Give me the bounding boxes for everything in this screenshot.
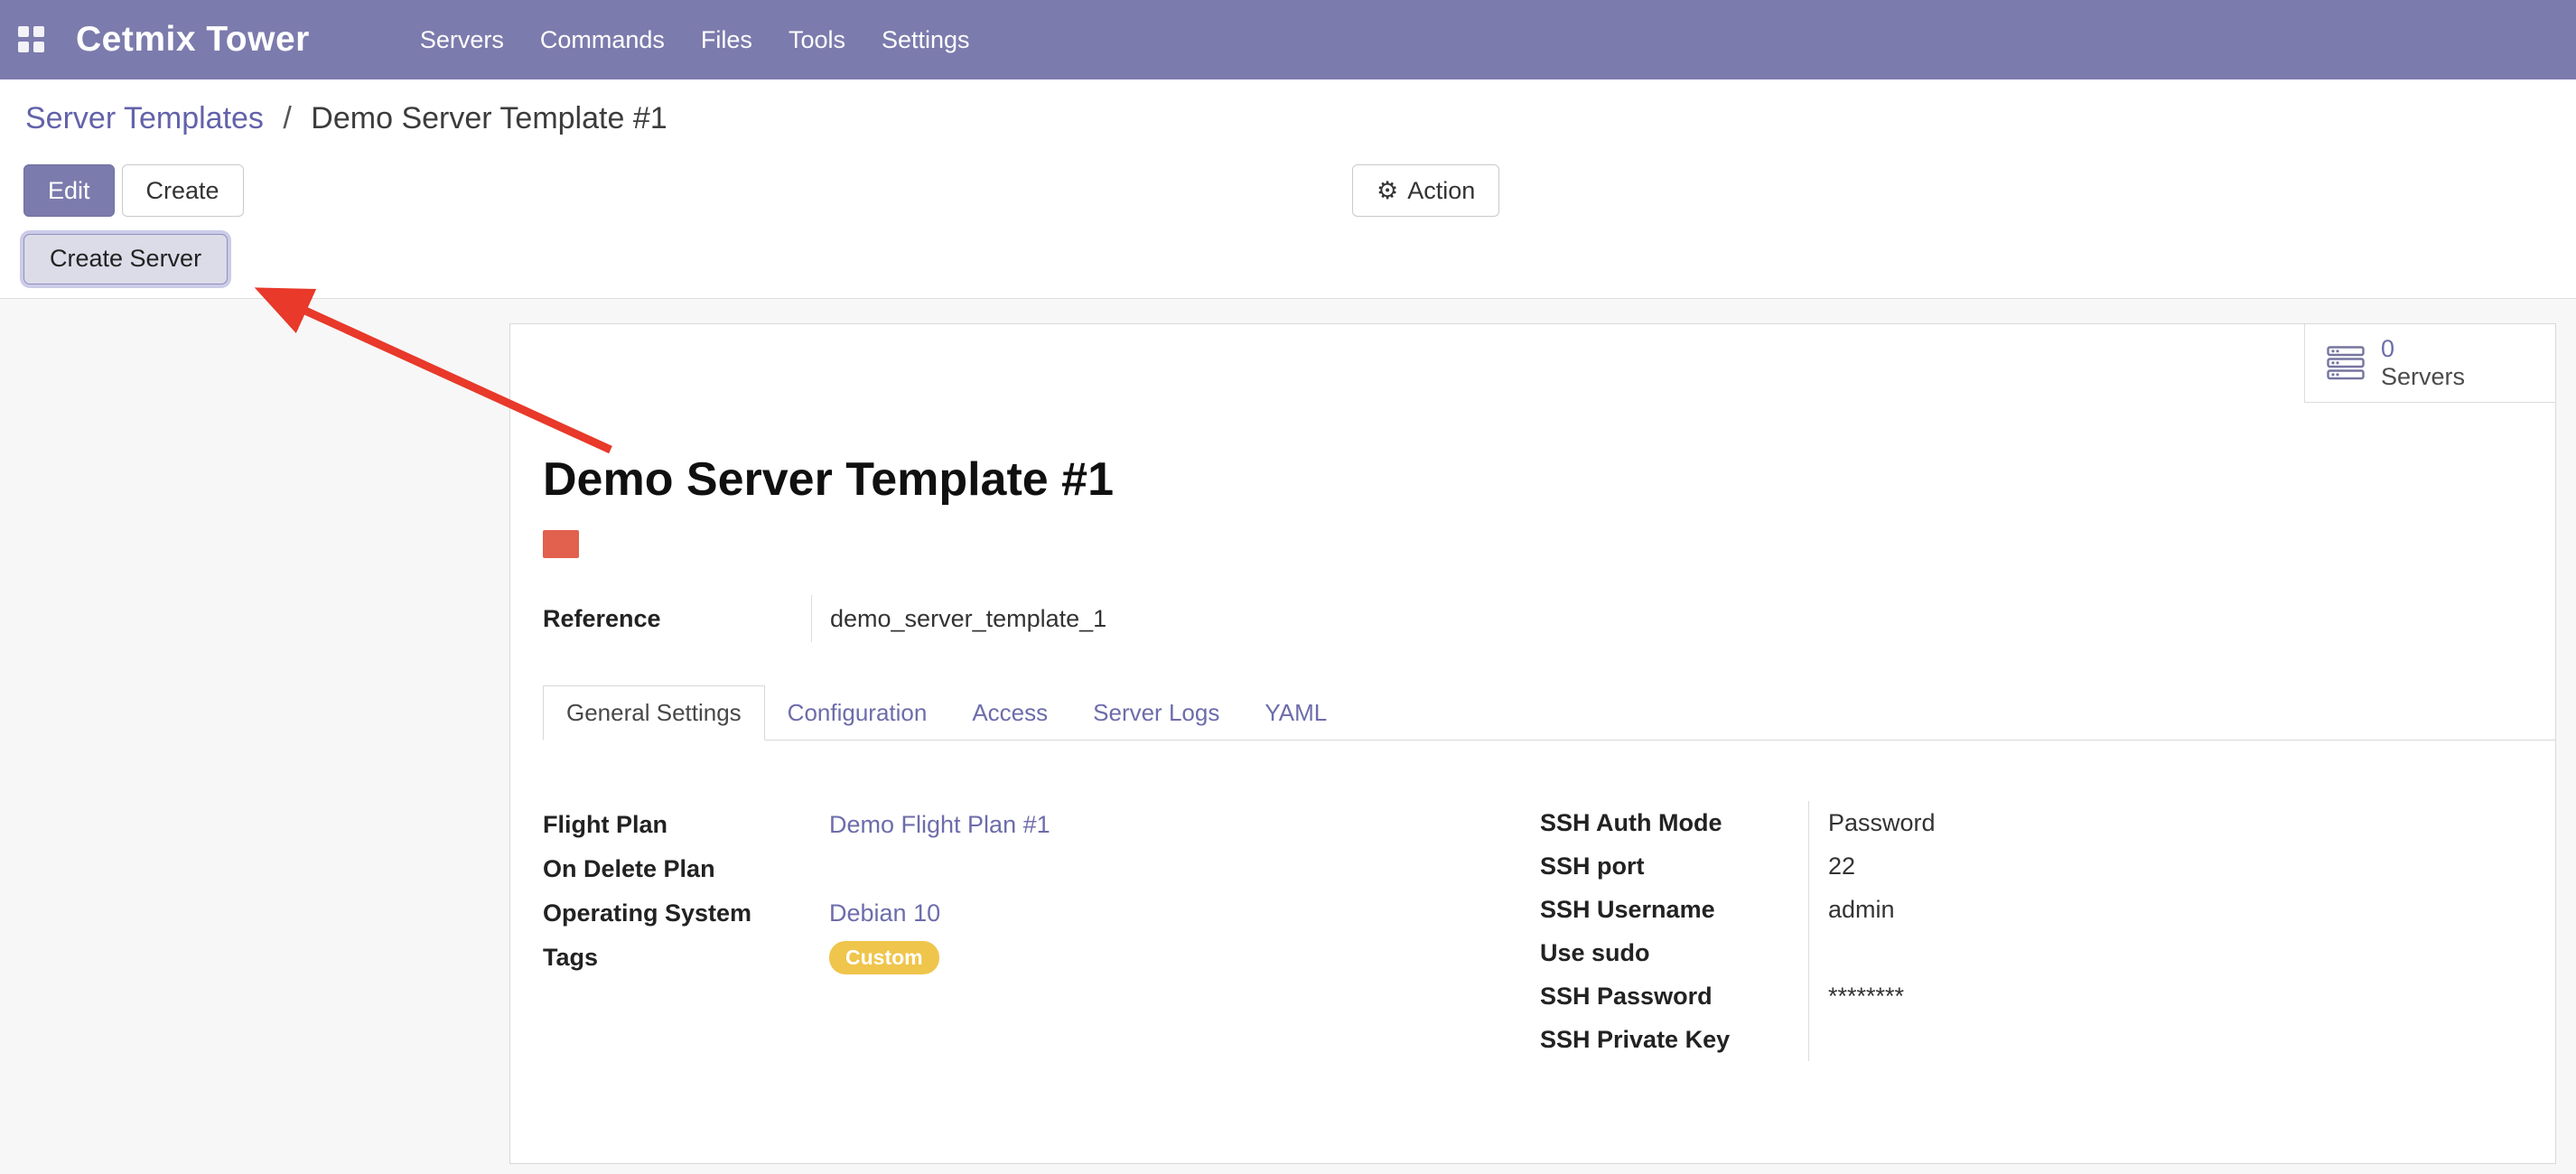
field-value-ssh-password: ******** <box>1828 974 2133 1018</box>
color-swatch-fill <box>543 530 579 558</box>
field-label-ssh-port: SSH port <box>1540 844 1808 888</box>
tab-configuration[interactable]: Configuration <box>765 685 950 740</box>
tag-custom: Custom <box>829 941 939 975</box>
field-label-ssh-private-key: SSH Private Key <box>1540 1018 1808 1061</box>
action-button[interactable]: ⚙ Action <box>1352 164 1499 217</box>
field-value-ssh-port: 22 <box>1828 844 2133 888</box>
field-label-on-delete-plan: On Delete Plan <box>543 855 829 883</box>
tab-general-settings[interactable]: General Settings <box>543 685 765 741</box>
create-button[interactable]: Create <box>122 164 244 217</box>
tab-access[interactable]: Access <box>949 685 1070 740</box>
page-title: Demo Server Template #1 <box>543 452 1114 507</box>
gear-icon: ⚙ <box>1377 179 1398 203</box>
edit-button[interactable]: Edit <box>23 164 115 217</box>
field-value-use-sudo <box>1828 931 2133 974</box>
fields-left: Flight Plan Demo Flight Plan #1 On Delet… <box>543 803 1050 980</box>
field-value-flight-plan-link[interactable]: Demo Flight Plan #1 <box>829 811 1050 839</box>
stat-label: Servers <box>2381 363 2465 391</box>
field-label-ssh-password: SSH Password <box>1540 974 1808 1018</box>
field-value-operating-system-link[interactable]: Debian 10 <box>829 899 940 927</box>
reference-label: Reference <box>543 605 811 633</box>
reference-value: demo_server_template_1 <box>830 605 1106 633</box>
reference-row: Reference demo_server_template_1 <box>543 595 1106 642</box>
statusbar: Create Server <box>0 219 2576 299</box>
field-label-operating-system: Operating System <box>543 899 829 927</box>
top-menu: Servers Commands Files Tools Settings <box>402 0 988 79</box>
server-stack-icon <box>2327 346 2365 380</box>
apps-grid-dot <box>18 42 29 52</box>
control-buttons: Edit Create <box>23 164 244 217</box>
servers-stat-button[interactable]: 0 Servers <box>2304 324 2555 403</box>
breadcrumb-current: Demo Server Template #1 <box>311 101 667 135</box>
fields-right-values: Password 22 admin ******** <box>1808 801 2133 1061</box>
brand-title[interactable]: Cetmix Tower <box>76 20 310 60</box>
apps-grid-icon[interactable] <box>18 26 45 53</box>
form-sheet: 0 Servers Demo Server Template #1 Refere… <box>509 323 2556 1164</box>
create-server-button[interactable]: Create Server <box>23 234 228 284</box>
field-value-ssh-username: admin <box>1828 888 2133 931</box>
field-row: Tags Custom <box>543 936 1050 980</box>
field-value-ssh-private-key <box>1828 1018 2133 1061</box>
field-row: Flight Plan Demo Flight Plan #1 <box>543 803 1050 847</box>
stat-text: 0 Servers <box>2381 335 2465 391</box>
breadcrumb-separator: / <box>283 101 291 135</box>
apps-grid-dot <box>18 26 29 37</box>
field-label-tags: Tags <box>543 944 829 972</box>
top-navbar: Cetmix Tower Servers Commands Files Tool… <box>0 0 2576 79</box>
page: Cetmix Tower Servers Commands Files Tool… <box>0 0 2576 1174</box>
nav-settings[interactable]: Settings <box>863 0 988 79</box>
field-label-flight-plan: Flight Plan <box>543 811 829 839</box>
nav-servers[interactable]: Servers <box>402 0 522 79</box>
field-label-use-sudo: Use sudo <box>1540 931 1808 974</box>
field-value-ssh-auth-mode: Password <box>1828 801 2133 844</box>
nav-files[interactable]: Files <box>683 0 770 79</box>
apps-grid-dot <box>33 26 44 37</box>
fields-right-labels: SSH Auth Mode SSH port SSH Username Use … <box>1540 801 1808 1061</box>
nav-tools[interactable]: Tools <box>770 0 863 79</box>
field-separator <box>811 595 812 642</box>
field-row: Operating System Debian 10 <box>543 891 1050 936</box>
field-row: On Delete Plan <box>543 847 1050 891</box>
stat-value: 0 <box>2381 335 2465 363</box>
fields-right: SSH Auth Mode SSH port SSH Username Use … <box>1540 801 2133 1061</box>
field-label-ssh-username: SSH Username <box>1540 888 1808 931</box>
tab-server-logs[interactable]: Server Logs <box>1070 685 1242 740</box>
color-swatch[interactable] <box>543 530 579 558</box>
field-label-ssh-auth-mode: SSH Auth Mode <box>1540 801 1808 844</box>
notebook-tabs: General Settings Configuration Access Se… <box>543 685 2555 741</box>
apps-grid-dot <box>33 42 44 52</box>
nav-commands[interactable]: Commands <box>522 0 683 79</box>
action-button-label: Action <box>1407 177 1475 205</box>
breadcrumb-parent-link[interactable]: Server Templates <box>25 101 264 135</box>
breadcrumb: Server Templates / Demo Server Template … <box>25 101 667 136</box>
content-area: 0 Servers Demo Server Template #1 Refere… <box>0 299 2576 1174</box>
tab-yaml[interactable]: YAML <box>1242 685 1349 740</box>
